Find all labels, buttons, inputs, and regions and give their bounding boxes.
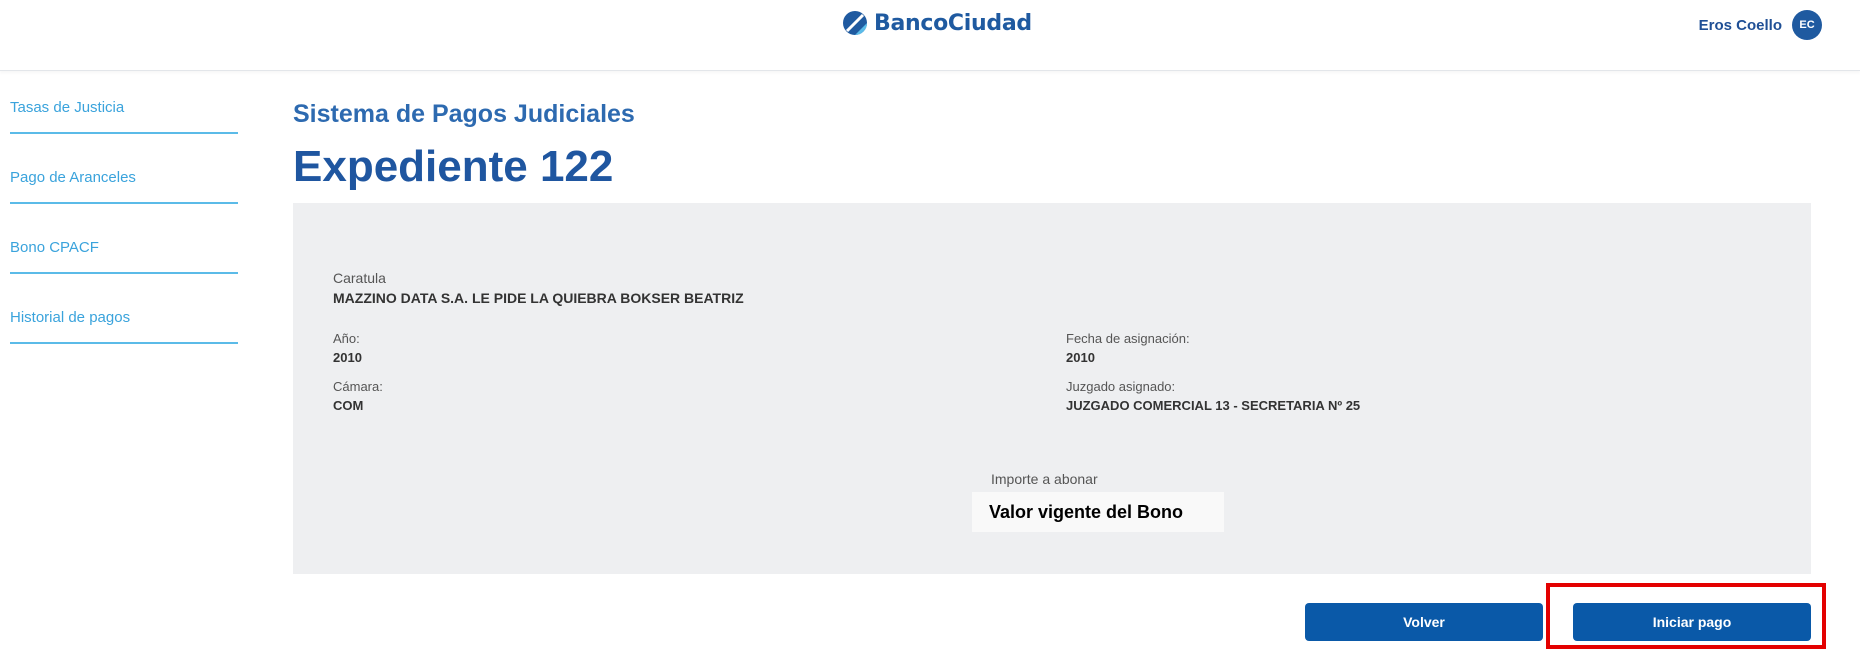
camara-value: COM [333, 398, 364, 413]
sidebar: Tasas de Justicia Pago de Aranceles Bono… [10, 100, 238, 380]
importe-value: Valor vigente del Bono [972, 492, 1224, 532]
camara-label: Cámara: [333, 379, 383, 394]
page-subtitle: Sistema de Pagos Judiciales [293, 100, 635, 128]
fecha-asignacion-label: Fecha de asignación: [1066, 331, 1190, 346]
highlight-box [1546, 583, 1826, 649]
importe-label: Importe a abonar [991, 471, 1098, 487]
expediente-details-panel: Caratula MAZZINO DATA S.A. LE PIDE LA QU… [293, 203, 1811, 574]
sidebar-item-historial-de-pagos[interactable]: Historial de pagos [10, 310, 238, 344]
logo-text: BancoCiudad [874, 10, 1032, 36]
caratula-label: Caratula [333, 270, 386, 286]
logo-icon [843, 11, 867, 35]
anio-value: 2010 [333, 350, 362, 365]
sidebar-item-pago-de-aranceles[interactable]: Pago de Aranceles [10, 170, 238, 204]
caratula-value: MAZZINO DATA S.A. LE PIDE LA QUIEBRA BOK… [333, 290, 744, 306]
juzgado-asignado-label: Juzgado asignado: [1066, 379, 1176, 394]
top-header: BancoCiudad Eros Coello EC [0, 0, 1860, 71]
juzgado-asignado-value: JUZGADO COMERCIAL 13 - SECRETARIA Nº 25 [1066, 398, 1361, 413]
page-title: Expediente 122 [293, 142, 614, 191]
sidebar-item-tasas-de-justicia[interactable]: Tasas de Justicia [10, 100, 238, 134]
user-menu[interactable]: Eros Coello EC [1699, 10, 1822, 40]
fecha-asignacion-value: 2010 [1066, 350, 1095, 365]
volver-button[interactable]: Volver [1305, 603, 1543, 641]
main-content: Sistema de Pagos Judiciales Expediente 1… [293, 100, 1811, 574]
sidebar-item-bono-cpacf[interactable]: Bono CPACF [10, 240, 238, 274]
avatar[interactable]: EC [1792, 10, 1822, 40]
anio-label: Año: [333, 331, 360, 346]
user-name: Eros Coello [1698, 16, 1782, 34]
banco-ciudad-logo[interactable]: BancoCiudad [842, 10, 1032, 36]
